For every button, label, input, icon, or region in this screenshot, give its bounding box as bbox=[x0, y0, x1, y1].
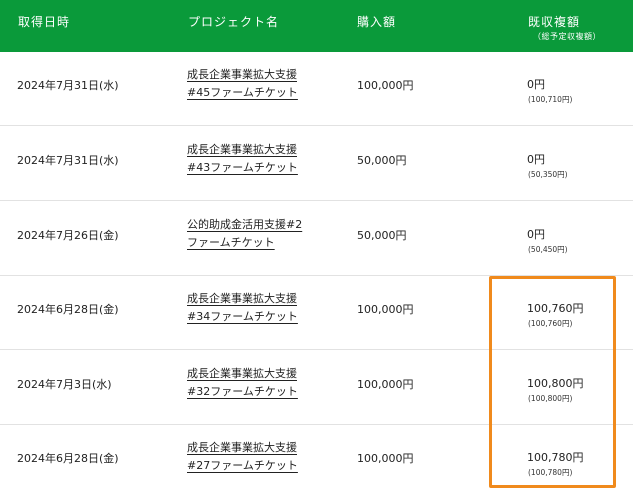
project-name: 成長企業事業拡大支援 #43ファームチケット bbox=[187, 141, 322, 177]
acquired-date: 2024年7月31日(水) bbox=[17, 154, 119, 167]
purchase-amount: 100,000円 bbox=[357, 378, 414, 391]
table-row: 2024年7月26日(金) 公的助成金活用支援#2 ファームチケット 50,000… bbox=[0, 202, 633, 276]
header-received-sub: （総予定収複額） bbox=[533, 32, 601, 41]
acquired-date: 2024年6月28日(金) bbox=[17, 303, 119, 316]
received-amount: 0円 bbox=[527, 228, 545, 241]
purchase-amount: 50,000円 bbox=[357, 154, 407, 167]
acquired-date: 2024年6月28日(金) bbox=[17, 452, 119, 465]
project-name: 成長企業事業拡大支援 #32ファームチケット bbox=[187, 365, 322, 401]
project-link[interactable]: 成長企業事業拡大支援 #34ファームチケット bbox=[187, 292, 298, 323]
project-link[interactable]: 成長企業事業拡大支援 #32ファームチケット bbox=[187, 367, 298, 398]
planned-total: (100,710円) bbox=[528, 95, 573, 104]
received-amount: 0円 bbox=[527, 153, 545, 166]
table-header: 取得日時 プロジェクト名 購入額 既収複額 （総予定収複額） bbox=[0, 0, 633, 52]
header-project: プロジェクト名 bbox=[188, 15, 280, 29]
received-amount: 0円 bbox=[527, 78, 545, 91]
project-link[interactable]: 成長企業事業拡大支援 #45ファームチケット bbox=[187, 68, 298, 99]
planned-total: (50,350円) bbox=[528, 170, 568, 179]
project-name: 成長企業事業拡大支援 #27ファームチケット bbox=[187, 439, 322, 475]
acquired-date: 2024年7月3日(水) bbox=[17, 378, 112, 391]
project-name: 公的助成金活用支援#2 ファームチケット bbox=[187, 216, 322, 252]
planned-total: (50,450円) bbox=[528, 245, 568, 254]
acquired-date: 2024年7月31日(水) bbox=[17, 79, 119, 92]
purchase-amount: 100,000円 bbox=[357, 79, 414, 92]
acquired-date: 2024年7月26日(金) bbox=[17, 229, 119, 242]
header-date: 取得日時 bbox=[18, 15, 71, 29]
table-row: 2024年7月31日(水) 成長企業事業拡大支援 #43ファームチケット 50,0… bbox=[0, 127, 633, 201]
purchase-amount: 100,000円 bbox=[357, 452, 414, 465]
header-amount: 購入額 bbox=[357, 15, 397, 29]
project-link[interactable]: 成長企業事業拡大支援 #27ファームチケット bbox=[187, 441, 298, 472]
purchase-amount: 50,000円 bbox=[357, 229, 407, 242]
project-link[interactable]: 成長企業事業拡大支援 #43ファームチケット bbox=[187, 143, 298, 174]
table-row: 2024年7月31日(水) 成長企業事業拡大支援 #45ファームチケット 100,… bbox=[0, 52, 633, 126]
highlight-box bbox=[489, 276, 616, 488]
purchase-amount: 100,000円 bbox=[357, 303, 414, 316]
header-received: 既収複額 bbox=[528, 15, 581, 29]
project-link[interactable]: 公的助成金活用支援#2 ファームチケット bbox=[187, 218, 302, 249]
project-name: 成長企業事業拡大支援 #45ファームチケット bbox=[187, 66, 322, 102]
project-name: 成長企業事業拡大支援 #34ファームチケット bbox=[187, 290, 322, 326]
